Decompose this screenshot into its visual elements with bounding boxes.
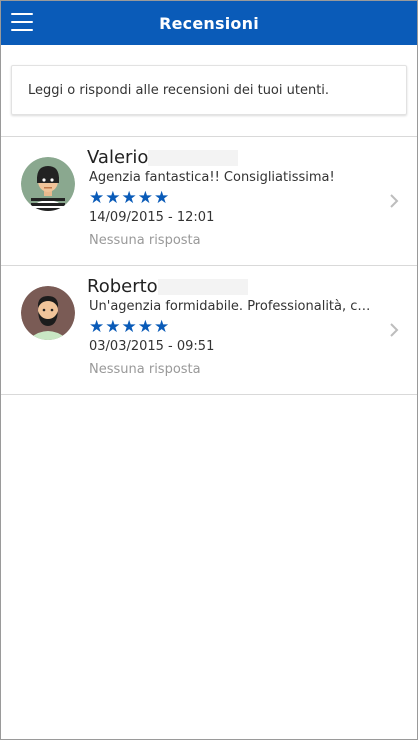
app-frame: Recensioni Leggi o rispondi alle recensi… [0,0,418,740]
page-title: Recensioni [159,13,259,33]
reply-status: Nessuna risposta [89,233,201,248]
app-bar: Recensioni [1,1,417,45]
hamburger-icon[interactable] [11,13,33,31]
review-datetime: 03/03/2015 - 09:51 [89,339,215,354]
reply-status: Nessuna risposta [89,362,201,377]
review-datetime: 14/09/2015 - 12:01 [89,210,215,225]
info-text: Leggi o rispondi alle recensioni dei tuo… [28,82,330,98]
reviewer-name: Valerio [87,147,239,168]
review-item-valerio[interactable]: Valerio Agenzia fantastica!! Consigliati… [1,137,417,266]
star-rating: ★★★★★ [89,188,171,208]
review-message: Agenzia fantastica!! Consigliatissima! [89,170,335,185]
reviewer-name: Roberto [87,276,248,297]
bearded-man-avatar-icon [21,286,75,340]
reviews-list: Valerio Agenzia fantastica!! Consigliati… [1,136,417,395]
info-card: Leggi o rispondi alle recensioni dei tuo… [11,65,407,115]
review-message: Un'agenzia formidabile. Professionalità,… [89,299,373,314]
robber-avatar-icon [21,157,75,211]
review-item-roberto[interactable]: Roberto Un'agenzia formidabile. Professi… [1,266,417,395]
star-rating: ★★★★★ [89,317,171,337]
chevron-right-icon [387,193,401,209]
chevron-right-icon [387,322,401,338]
